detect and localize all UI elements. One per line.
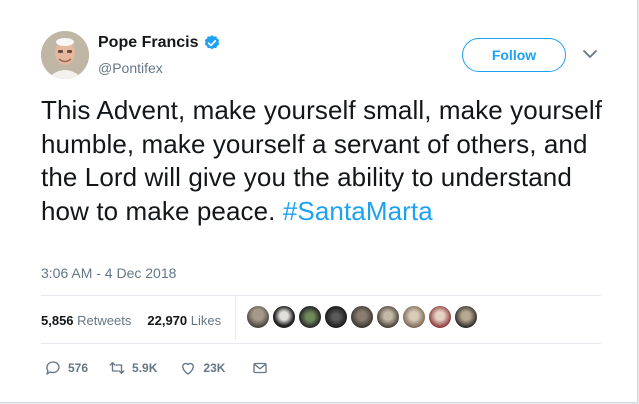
- liker-avatar[interactable]: [428, 305, 452, 329]
- liker-avatar[interactable]: [454, 305, 478, 329]
- like-button[interactable]: 23K: [179, 359, 225, 377]
- like-count: 23K: [203, 361, 226, 375]
- author-handle[interactable]: @Pontifex: [98, 60, 163, 76]
- direct-message-button[interactable]: [251, 359, 275, 377]
- hashtag-link[interactable]: #SantaMarta: [283, 196, 433, 226]
- retweets-count: 5,856: [41, 313, 74, 328]
- likes-stat[interactable]: 22,970 Likes: [147, 313, 221, 328]
- tweet-text: This Advent, make yourself small, make y…: [41, 94, 611, 228]
- retweets-stat[interactable]: 5,856 Retweets: [41, 313, 131, 328]
- tweet-card: Pope Francis @Pontifex Follow This Adven…: [0, 0, 638, 403]
- liker-avatar[interactable]: [350, 305, 374, 329]
- author-name[interactable]: Pope Francis: [98, 34, 198, 52]
- divider-top: [41, 295, 601, 296]
- liker-avatars: [246, 305, 480, 329]
- likes-label: Likes: [190, 313, 222, 328]
- avatar-image: [41, 31, 89, 79]
- reply-count: 576: [68, 361, 89, 375]
- retweets-label: Retweets: [77, 313, 132, 328]
- avatar[interactable]: [41, 31, 89, 79]
- stats-separator: [235, 296, 236, 340]
- verified-badge-icon: [205, 35, 220, 50]
- liker-avatar[interactable]: [376, 305, 400, 329]
- liker-avatar[interactable]: [402, 305, 426, 329]
- reply-button[interactable]: 576: [44, 359, 88, 377]
- heart-icon: [182, 362, 195, 375]
- retweet-icon: [109, 362, 125, 374]
- chevron-down-icon[interactable]: [582, 48, 598, 60]
- liker-avatar[interactable]: [298, 305, 322, 329]
- tweet-stats: 5,856 Retweets 22,970 Likes: [41, 313, 221, 328]
- divider-bottom: [41, 343, 601, 344]
- retweet-count: 5.9K: [132, 361, 158, 375]
- author-name-row: Pope Francis: [98, 34, 221, 52]
- tweet-actions: 576 5.9K 23K: [44, 359, 275, 377]
- liker-avatar[interactable]: [246, 305, 270, 329]
- retweet-button[interactable]: 5.9K: [108, 359, 157, 377]
- envelope-icon: [253, 362, 268, 374]
- follow-button[interactable]: Follow: [462, 38, 566, 72]
- liker-avatar[interactable]: [324, 305, 348, 329]
- liker-avatar[interactable]: [272, 305, 296, 329]
- likes-count: 22,970: [147, 313, 188, 328]
- tweet-timestamp[interactable]: 3:06 AM - 4 Dec 2018: [41, 265, 176, 281]
- reply-icon: [46, 361, 60, 375]
